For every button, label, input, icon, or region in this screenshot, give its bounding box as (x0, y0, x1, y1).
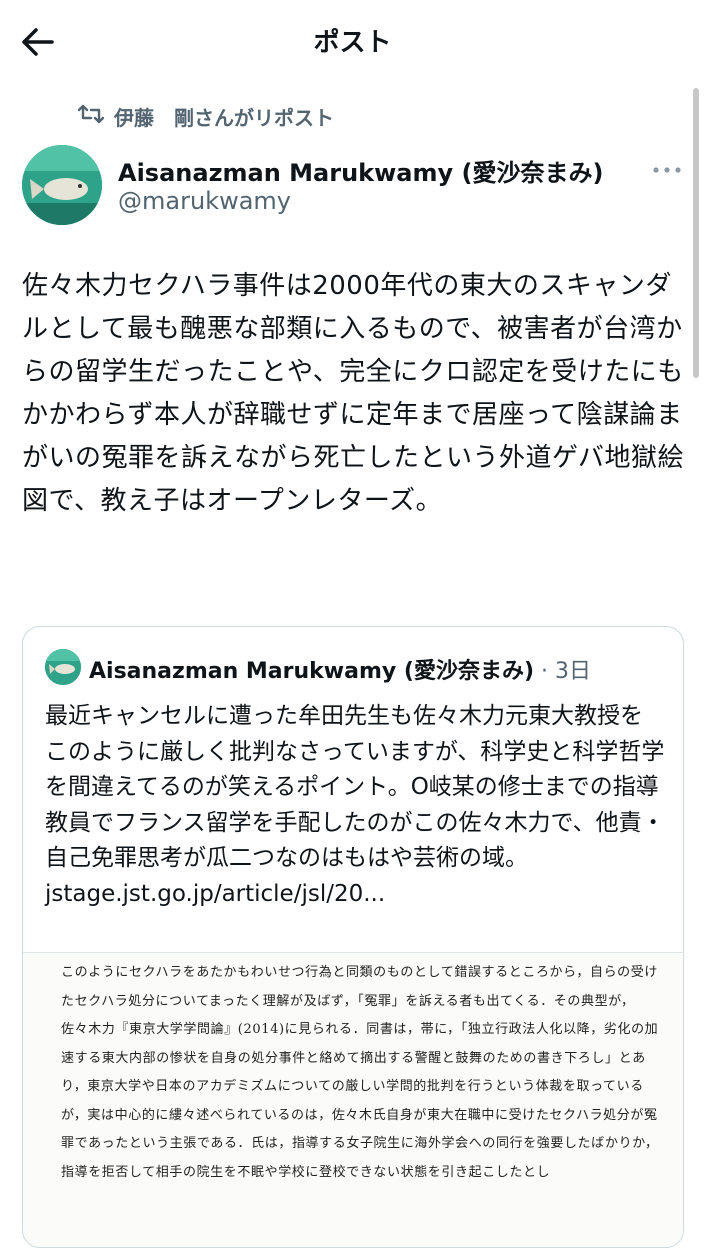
quoted-post[interactable]: Aisanazman Marukwamy (愛沙奈まみ) · 3日 最近キャンセ… (22, 626, 684, 1248)
more-options-icon[interactable] (650, 160, 684, 180)
quoted-author-name: Aisanazman Marukwamy (愛沙奈まみ) (89, 659, 534, 684)
quoted-header: Aisanazman Marukwamy (愛沙奈まみ) · 3日 (89, 653, 591, 685)
quoted-meta: · 3日 (534, 659, 591, 684)
scrollbar[interactable] (693, 88, 699, 378)
repost-label: 伊藤 剛さんがリポスト (114, 105, 334, 130)
quoted-link[interactable]: jstage.jst.go.jp/article/jsl/20... (45, 877, 665, 913)
quoted-text: 最近キャンセルに遭った牟田先生も佐々木力元東大教授をこのように厳しく批判なさって… (45, 699, 665, 912)
repost-icon (77, 103, 105, 130)
page-title: ポスト (313, 28, 392, 58)
quoted-body: 最近キャンセルに遭った牟田先生も佐々木力元東大教授をこのように厳しく批判なさって… (45, 703, 665, 871)
post-text: 佐々木力セクハラ事件は2000年代の東大のスキャンダルとして最も醜悪な部類に入る… (22, 271, 684, 516)
top-bar: ポスト (0, 0, 705, 80)
avatar[interactable] (22, 145, 102, 225)
author-name[interactable]: Aisanazman Marukwamy (愛沙奈まみ) (118, 153, 603, 188)
quoted-image[interactable]: このようにセクハラをあたかもわいせつ行為と同類のものとして錯誤するところから，自… (23, 952, 683, 1247)
author-handle[interactable]: @marukwamy (118, 187, 291, 215)
quoted-avatar (45, 649, 81, 685)
repost-indicator[interactable]: 伊藤 剛さんがリポスト (77, 100, 334, 132)
quoted-image-text: このようにセクハラをあたかもわいせつ行為と同類のものとして錯誤するところから，自… (61, 965, 659, 1180)
